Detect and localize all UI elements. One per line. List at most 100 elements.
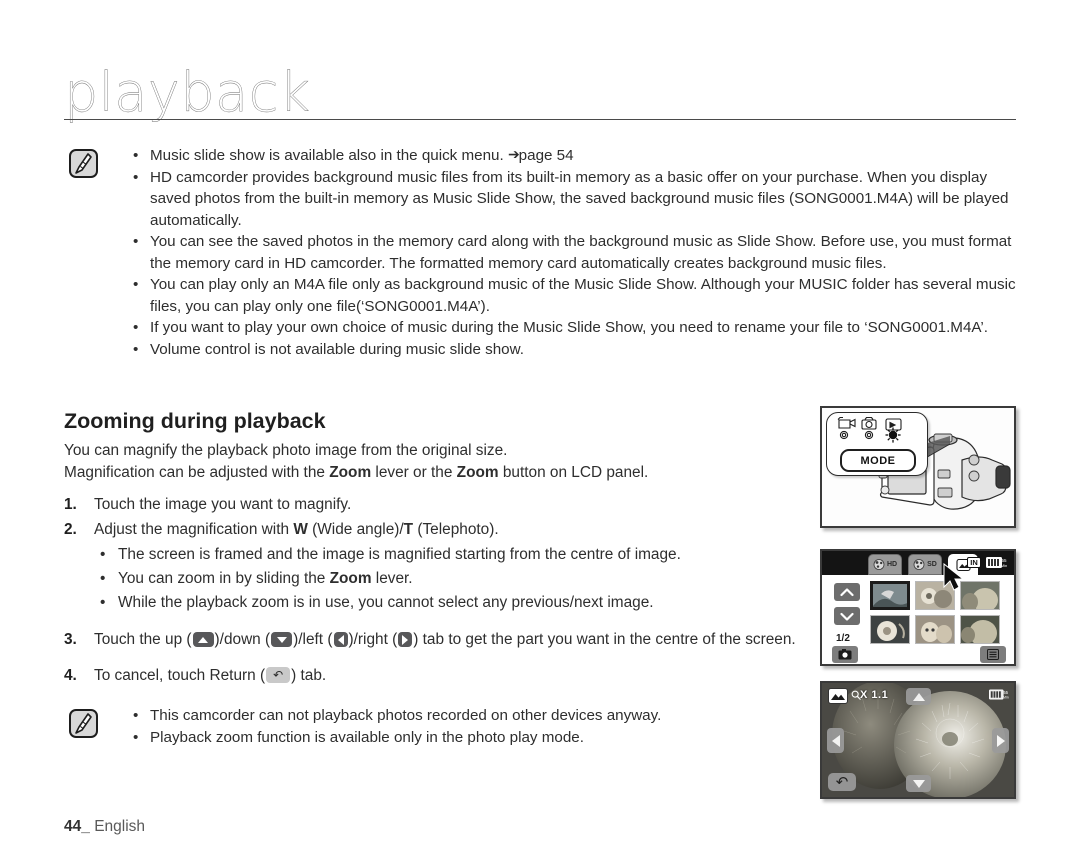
page-title: playback: [64, 61, 311, 124]
step-text-b: )/down (: [214, 631, 271, 648]
step-2: 2. Adjust the magnification with W (Wide…: [64, 517, 804, 615]
thumbnail-item[interactable]: [915, 615, 955, 644]
sub-item-text-b: lever.: [371, 570, 413, 587]
zoom-left-tab[interactable]: [827, 728, 844, 753]
bullet-icon: •: [133, 233, 139, 250]
menu-button[interactable]: [980, 646, 1006, 663]
footer-language: English: [94, 818, 146, 835]
photo-capture-icon: [838, 649, 852, 660]
step-text-a: Touch the up (: [94, 631, 192, 648]
thumbnail-status-icons: IN 55 Min: [967, 557, 1008, 568]
note-block-bottom: • This camcorder can not playback photos…: [64, 705, 804, 748]
bullet-icon: •: [133, 728, 139, 746]
sub-item-text: The screen is framed and the image is ma…: [118, 546, 681, 563]
down-arrow-icon: [840, 612, 854, 621]
video-camera-icon: [838, 419, 851, 429]
step-text-a: Adjust the magnification with: [94, 521, 294, 538]
note-item: • HD camcorder provides background music…: [126, 167, 1016, 232]
svg-text:55: 55: [1004, 690, 1009, 695]
note-block-top: • Music slide show is available also in …: [64, 145, 1016, 360]
step-number: 3.: [64, 631, 77, 648]
page-ref-arrow-icon: ➔: [507, 146, 520, 162]
note-item: • This camcorder can not playback photos…: [126, 705, 804, 727]
zoom-up-tab[interactable]: [906, 688, 931, 705]
return-tab-icon[interactable]: ↶: [266, 667, 291, 683]
step-text-c: )/left (: [293, 631, 333, 648]
t-key-label: T: [403, 521, 414, 538]
mode-button-label: MODE: [860, 454, 896, 467]
tab-hd-movies[interactable]: HD: [868, 554, 902, 575]
note-item-text: HD camcorder provides background music f…: [150, 168, 1009, 229]
menu-list-icon: [987, 649, 999, 660]
zoom-keyword-2: Zoom: [456, 464, 499, 481]
steps-list: 1. Touch the image you want to magnify. …: [64, 492, 804, 688]
thumbnail-item[interactable]: [960, 615, 1000, 644]
note-item: • You can play only an M4A file only as …: [126, 274, 1016, 317]
bullet-icon: •: [133, 707, 139, 724]
capture-button[interactable]: [832, 646, 858, 663]
camcorder-illustration-panel: MODE: [820, 406, 1016, 528]
zoom-right-tab[interactable]: [992, 728, 1009, 753]
zoom-down-tab[interactable]: [906, 775, 931, 792]
note-item: • If you want to play your own choice of…: [126, 317, 1016, 339]
zoom-keyword-1: Zoom: [329, 464, 372, 481]
zoom-keyword-3: Zoom: [329, 570, 372, 587]
page-footer: 44_ English: [64, 818, 145, 836]
note-list-bottom: • This camcorder can not playback photos…: [126, 705, 804, 748]
note-pen-icon: [69, 709, 98, 738]
tab-sd-label: SD: [927, 561, 937, 568]
thumbnail-screen-panel: HD SD IN 55 Min 1/2: [820, 549, 1016, 666]
step-number: 4.: [64, 667, 77, 684]
scroll-down-button[interactable]: [834, 607, 860, 625]
step-text-e: ) tab to get the part you want in the ce…: [413, 631, 796, 648]
sub-item: • While the playback zoom is in use, you…: [94, 591, 804, 615]
step-text-b: (Wide angle)/: [307, 521, 404, 538]
note-item: • Playback zoom function is available on…: [126, 727, 804, 749]
tab-sd-movies[interactable]: SD: [908, 554, 942, 575]
intro-line-2-part-a: Magnification can be adjusted with the: [64, 464, 330, 481]
thumbnail-grid-body: 1/2: [822, 575, 1014, 664]
step-text-d: )/right (: [348, 631, 398, 648]
note-item-text: This camcorder can not playback photos r…: [150, 707, 662, 724]
scroll-up-button[interactable]: [834, 583, 860, 601]
bullet-icon: •: [100, 546, 106, 563]
step-text-c: (Telephoto).: [413, 521, 499, 538]
note-item: • You can see the saved photos in the me…: [126, 231, 1016, 274]
bullet-icon: •: [133, 276, 139, 293]
title-divider: [64, 119, 1016, 120]
up-arrow-icon: [840, 587, 854, 596]
up-tab-icon[interactable]: [192, 632, 214, 647]
intro-line-2-part-c: button on LCD panel.: [498, 464, 649, 481]
note-item: • Music slide show is available also in …: [126, 145, 1016, 167]
step-text-a: To cancel, touch Return (: [94, 667, 266, 684]
step-text-b: ) tab.: [291, 667, 327, 684]
mode-callout-bubble: MODE: [826, 412, 928, 476]
sub-item-text: While the playback zoom is in use, you c…: [118, 594, 654, 611]
note-item-text: Music slide show is available also in th…: [150, 147, 504, 164]
tab-hd-label: HD: [886, 561, 898, 568]
right-tab-icon[interactable]: [398, 632, 413, 647]
bullet-icon: •: [133, 340, 139, 358]
note-item-text: Volume control is not available during m…: [150, 340, 524, 358]
down-tab-icon[interactable]: [271, 632, 293, 647]
bullet-icon: •: [133, 147, 139, 164]
sub-item: • You can zoom in by sliding the Zoom le…: [94, 567, 804, 591]
note-item-text: You can see the saved photos in the memo…: [150, 233, 1012, 272]
movie-hd-icon: [873, 559, 885, 570]
mode-button[interactable]: MODE: [840, 449, 916, 472]
cursor-arrow-icon: [943, 563, 965, 591]
thumbnail-item[interactable]: [870, 581, 910, 610]
bullet-icon: •: [100, 570, 106, 587]
thumbnail-tabbar: HD SD IN 55 Min: [822, 551, 1014, 575]
note-pen-icon: [69, 149, 98, 178]
thumbnail-item[interactable]: [870, 615, 910, 644]
intro-line-2-part-b: lever or the: [371, 464, 457, 481]
zoom-return-tab[interactable]: ↶: [828, 773, 856, 791]
magnification-label: X 1.1: [860, 689, 889, 701]
intro-line-1: You can magnify the playback photo image…: [64, 442, 508, 459]
mode-indicator-icons: [837, 416, 902, 443]
battery-icon: 55 Min: [986, 557, 1007, 568]
left-tab-icon[interactable]: [333, 632, 348, 647]
step-2-sublist: • The screen is framed and the image is …: [94, 543, 804, 615]
step-1: 1. Touch the image you want to magnify.: [64, 492, 804, 517]
